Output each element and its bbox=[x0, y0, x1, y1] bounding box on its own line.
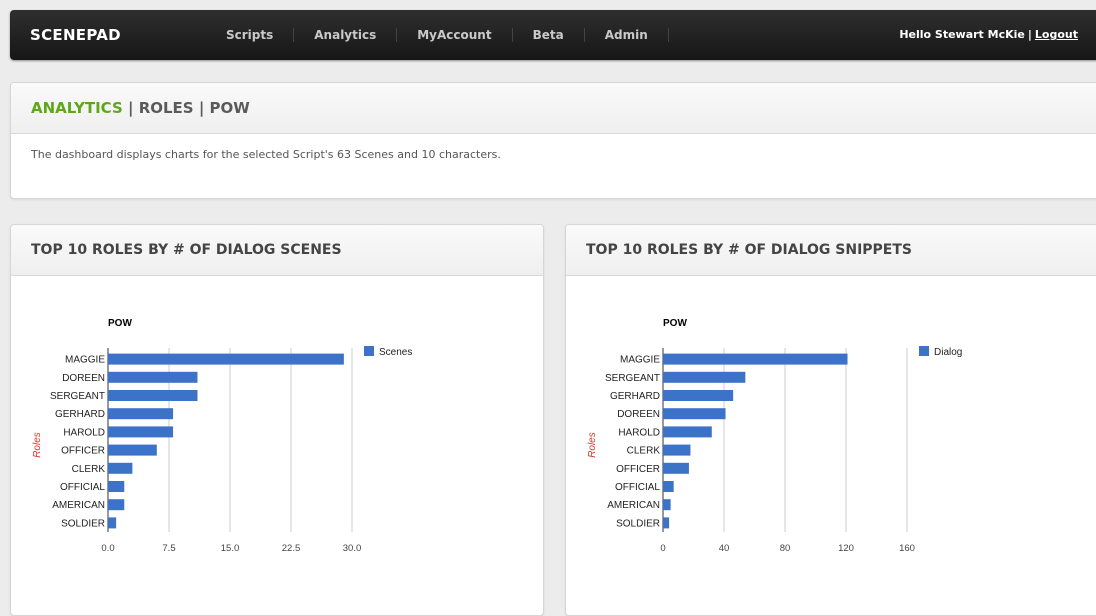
x-tick-label: 30.0 bbox=[343, 543, 362, 554]
x-tick-label: 15.0 bbox=[221, 543, 240, 554]
nav-item-myaccount[interactable]: MyAccount bbox=[397, 28, 513, 42]
chart-panel-title: TOP 10 ROLES BY # OF DIALOG SNIPPETS bbox=[566, 225, 1096, 276]
category-label: HAROLD bbox=[63, 427, 105, 438]
y-axis-title: Roles bbox=[587, 432, 598, 458]
category-label: GERHARD bbox=[610, 391, 660, 402]
chart-panel-snippets: TOP 10 ROLES BY # OF DIALOG SNIPPETS POW… bbox=[565, 224, 1096, 616]
bar-soldier bbox=[663, 517, 670, 529]
category-label: SERGEANT bbox=[50, 391, 105, 402]
intro-panel: ANALYTICS | ROLES | POW The dashboard di… bbox=[10, 82, 1096, 199]
legend-label: Dialog bbox=[934, 347, 962, 358]
bar-doreen bbox=[108, 371, 198, 383]
legend-swatch bbox=[364, 346, 374, 356]
chart-panel-scenes: TOP 10 ROLES BY # OF DIALOG SCENES POW MA… bbox=[10, 224, 544, 616]
category-label: OFFICER bbox=[61, 446, 105, 457]
page-title-accent: ANALYTICS bbox=[31, 99, 123, 117]
x-tick-label: 120 bbox=[838, 543, 854, 554]
x-tick-label: 7.5 bbox=[162, 543, 175, 554]
x-tick-label: 0 bbox=[660, 543, 665, 554]
bar-american bbox=[108, 499, 125, 511]
category-label: SOLDIER bbox=[616, 518, 660, 529]
category-label: HAROLD bbox=[618, 427, 660, 438]
bar-sergeant bbox=[663, 371, 746, 383]
category-label: SERGEANT bbox=[605, 373, 660, 384]
category-label: GERHARD bbox=[55, 409, 105, 420]
greeting-text: Hello Stewart McKie bbox=[899, 28, 1025, 41]
bar-soldier bbox=[108, 517, 117, 529]
nav-item-scripts[interactable]: Scripts bbox=[206, 28, 295, 42]
x-tick-label: 40 bbox=[719, 543, 730, 554]
nav-item-beta[interactable]: Beta bbox=[513, 28, 585, 42]
chart-title: POW bbox=[108, 318, 132, 329]
bar-clerk bbox=[663, 444, 691, 456]
x-tick-label: 0.0 bbox=[101, 543, 114, 554]
page-title-rest: | ROLES | POW bbox=[128, 99, 250, 117]
bar-maggie bbox=[108, 353, 344, 365]
category-label: MAGGIE bbox=[65, 355, 105, 366]
scenes-bar-chart: POW MAGGIE DOREEN SERGEANT GERHARD HAROLD OFFI… bbox=[32, 318, 412, 554]
bar-official bbox=[108, 481, 125, 492]
legend-label: Scenes bbox=[379, 347, 412, 358]
greeting-separator: | bbox=[1027, 28, 1032, 41]
page-title: ANALYTICS | ROLES | POW bbox=[11, 83, 1096, 134]
x-tick-label: 160 bbox=[899, 543, 915, 554]
x-tick-label: 22.5 bbox=[282, 543, 301, 554]
bar-sergeant bbox=[108, 390, 198, 401]
bar-officer bbox=[663, 462, 689, 474]
chart-title: POW bbox=[663, 318, 687, 329]
bar-doreen bbox=[663, 408, 726, 420]
category-label: SOLDIER bbox=[61, 518, 105, 529]
logout-link[interactable]: Logout bbox=[1035, 28, 1078, 41]
category-label: OFFICIAL bbox=[615, 482, 660, 493]
nav-item-analytics[interactable]: Analytics bbox=[294, 28, 398, 42]
bar-gerhard bbox=[663, 390, 734, 401]
bar-harold bbox=[108, 426, 174, 438]
bar-maggie bbox=[663, 353, 848, 365]
snippets-bar-chart: POW MAGGIE SERGEANT GERHARD DOREEN HAROLD CLER… bbox=[587, 318, 962, 554]
category-label: CLERK bbox=[72, 464, 106, 475]
category-label: AMERICAN bbox=[52, 500, 105, 511]
bar-american bbox=[663, 499, 671, 511]
dashboard-description: The dashboard displays charts for the se… bbox=[31, 148, 501, 161]
brand-logo[interactable]: SCENEPAD bbox=[30, 10, 121, 60]
top-navbar: SCENEPAD Scripts Analytics MyAccount Bet… bbox=[10, 10, 1096, 60]
y-axis-title: Roles bbox=[32, 432, 43, 458]
chart-panel-title: TOP 10 ROLES BY # OF DIALOG SCENES bbox=[11, 225, 543, 276]
bar-clerk bbox=[108, 462, 133, 474]
category-label: OFFICER bbox=[616, 464, 660, 475]
bar-officer bbox=[108, 444, 157, 456]
category-label: DOREEN bbox=[617, 409, 660, 420]
user-greeting: Hello Stewart McKie | Logout bbox=[899, 10, 1078, 60]
bar-official bbox=[663, 481, 674, 492]
main-nav: Scripts Analytics MyAccount Beta Admin bbox=[206, 10, 669, 60]
category-label: DOREEN bbox=[62, 373, 105, 384]
category-label: OFFICIAL bbox=[60, 482, 105, 493]
category-label: MAGGIE bbox=[620, 355, 660, 366]
bar-harold bbox=[663, 426, 712, 438]
x-tick-label: 80 bbox=[780, 543, 791, 554]
category-label: AMERICAN bbox=[607, 500, 660, 511]
category-label: CLERK bbox=[627, 446, 661, 457]
bar-gerhard bbox=[108, 408, 174, 420]
legend-swatch bbox=[919, 346, 929, 356]
nav-item-admin[interactable]: Admin bbox=[585, 28, 669, 42]
